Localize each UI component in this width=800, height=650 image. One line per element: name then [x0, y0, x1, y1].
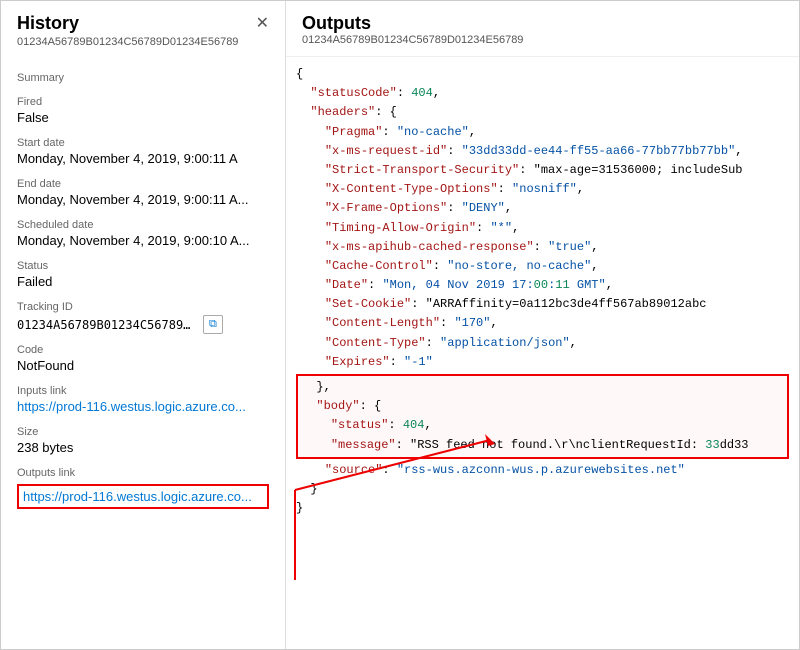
inputs-link[interactable]: https://prod-116.westus.logic.azure.co..… [17, 399, 269, 414]
tracking-row: 01234A56789B01234C56789D012... ⧉ [17, 315, 269, 334]
json-line: "x-ms-apihub-cached-response": "true", [296, 238, 799, 257]
outputs-link-label: Outputs link [17, 467, 269, 479]
json-line: "Content-Type": "application/json", [296, 334, 799, 353]
scheduled-date-label: Scheduled date [17, 219, 269, 231]
json-line: "Cache-Control": "no-store, no-cache", [296, 257, 799, 276]
outputs-header: Outputs 01234A56789B01234C56789D01234E56… [286, 13, 799, 56]
json-line: }, [302, 378, 783, 397]
json-line: "body": { [302, 397, 783, 416]
highlighted-json-block: }, "body": { "status": 404, "message": "… [296, 374, 789, 459]
json-line: "source": "rss-wus.azconn-wus.p.azureweb… [296, 461, 799, 480]
outputs-link-box: https://prod-116.westus.logic.azure.co..… [17, 484, 269, 509]
end-date-label: End date [17, 178, 269, 190]
json-line: "statusCode": 404, [296, 84, 799, 103]
history-title: History [17, 13, 79, 34]
json-line: "headers": { [296, 103, 799, 122]
tracking-id-value: 01234A56789B01234C56789D012... [17, 318, 197, 332]
status-value: Failed [17, 274, 269, 289]
summary-label: Summary [17, 72, 269, 84]
start-date-value: Monday, November 4, 2019, 9:00:11 A [17, 151, 269, 166]
end-date-value: Monday, November 4, 2019, 9:00:11 A... [17, 192, 269, 207]
scheduled-date-value: Monday, November 4, 2019, 9:00:10 A... [17, 233, 269, 248]
json-line: "x-ms-request-id": "33dd33dd-ee44-ff55-a… [296, 142, 799, 161]
json-line: "status": 404, [302, 416, 783, 435]
json-line: "Expires": "-1" [296, 353, 799, 372]
json-line: "Pragma": "no-cache", [296, 123, 799, 142]
tracking-id-label: Tracking ID [17, 301, 269, 313]
json-line: "Set-Cookie": "ARRAffinity=0a112bc3de4ff… [296, 295, 799, 314]
panel-header: History ✕ [17, 13, 269, 34]
json-line: "Date": "Mon, 04 Nov 2019 17:00:11 GMT", [296, 276, 799, 295]
json-line: } [296, 480, 799, 499]
code-label: Code [17, 344, 269, 356]
json-line: "message": "RSS feed not found.\r\nclien… [302, 436, 783, 455]
history-id: 01234A56789B01234C56789D01234E56789 [17, 36, 269, 48]
json-line: } [296, 499, 799, 518]
history-panel: History ✕ 01234A56789B01234C56789D01234E… [1, 1, 286, 649]
status-label: Status [17, 260, 269, 272]
json-line: { [296, 65, 799, 84]
json-line: "Timing-Allow-Origin": "*", [296, 219, 799, 238]
json-output-area[interactable]: { "statusCode": 404, "headers": { "Pragm… [286, 56, 799, 649]
outputs-link[interactable]: https://prod-116.westus.logic.azure.co..… [23, 489, 252, 504]
size-value: 238 bytes [17, 440, 269, 455]
json-line: "Strict-Transport-Security": "max-age=31… [296, 161, 799, 180]
fired-value: False [17, 110, 269, 125]
json-line: "X-Content-Type-Options": "nosniff", [296, 180, 799, 199]
outputs-panel: Outputs 01234A56789B01234C56789D01234E56… [286, 1, 799, 649]
copy-tracking-button[interactable]: ⧉ [203, 315, 223, 334]
start-date-label: Start date [17, 137, 269, 149]
code-value: NotFound [17, 358, 269, 373]
inputs-link-label: Inputs link [17, 385, 269, 397]
fired-label: Fired [17, 96, 269, 108]
outputs-title: Outputs [302, 13, 783, 34]
close-button[interactable]: ✕ [256, 16, 269, 32]
json-line: "X-Frame-Options": "DENY", [296, 199, 799, 218]
size-label: Size [17, 426, 269, 438]
json-line: "Content-Length": "170", [296, 314, 799, 333]
outputs-id: 01234A56789B01234C56789D01234E56789 [302, 34, 783, 46]
